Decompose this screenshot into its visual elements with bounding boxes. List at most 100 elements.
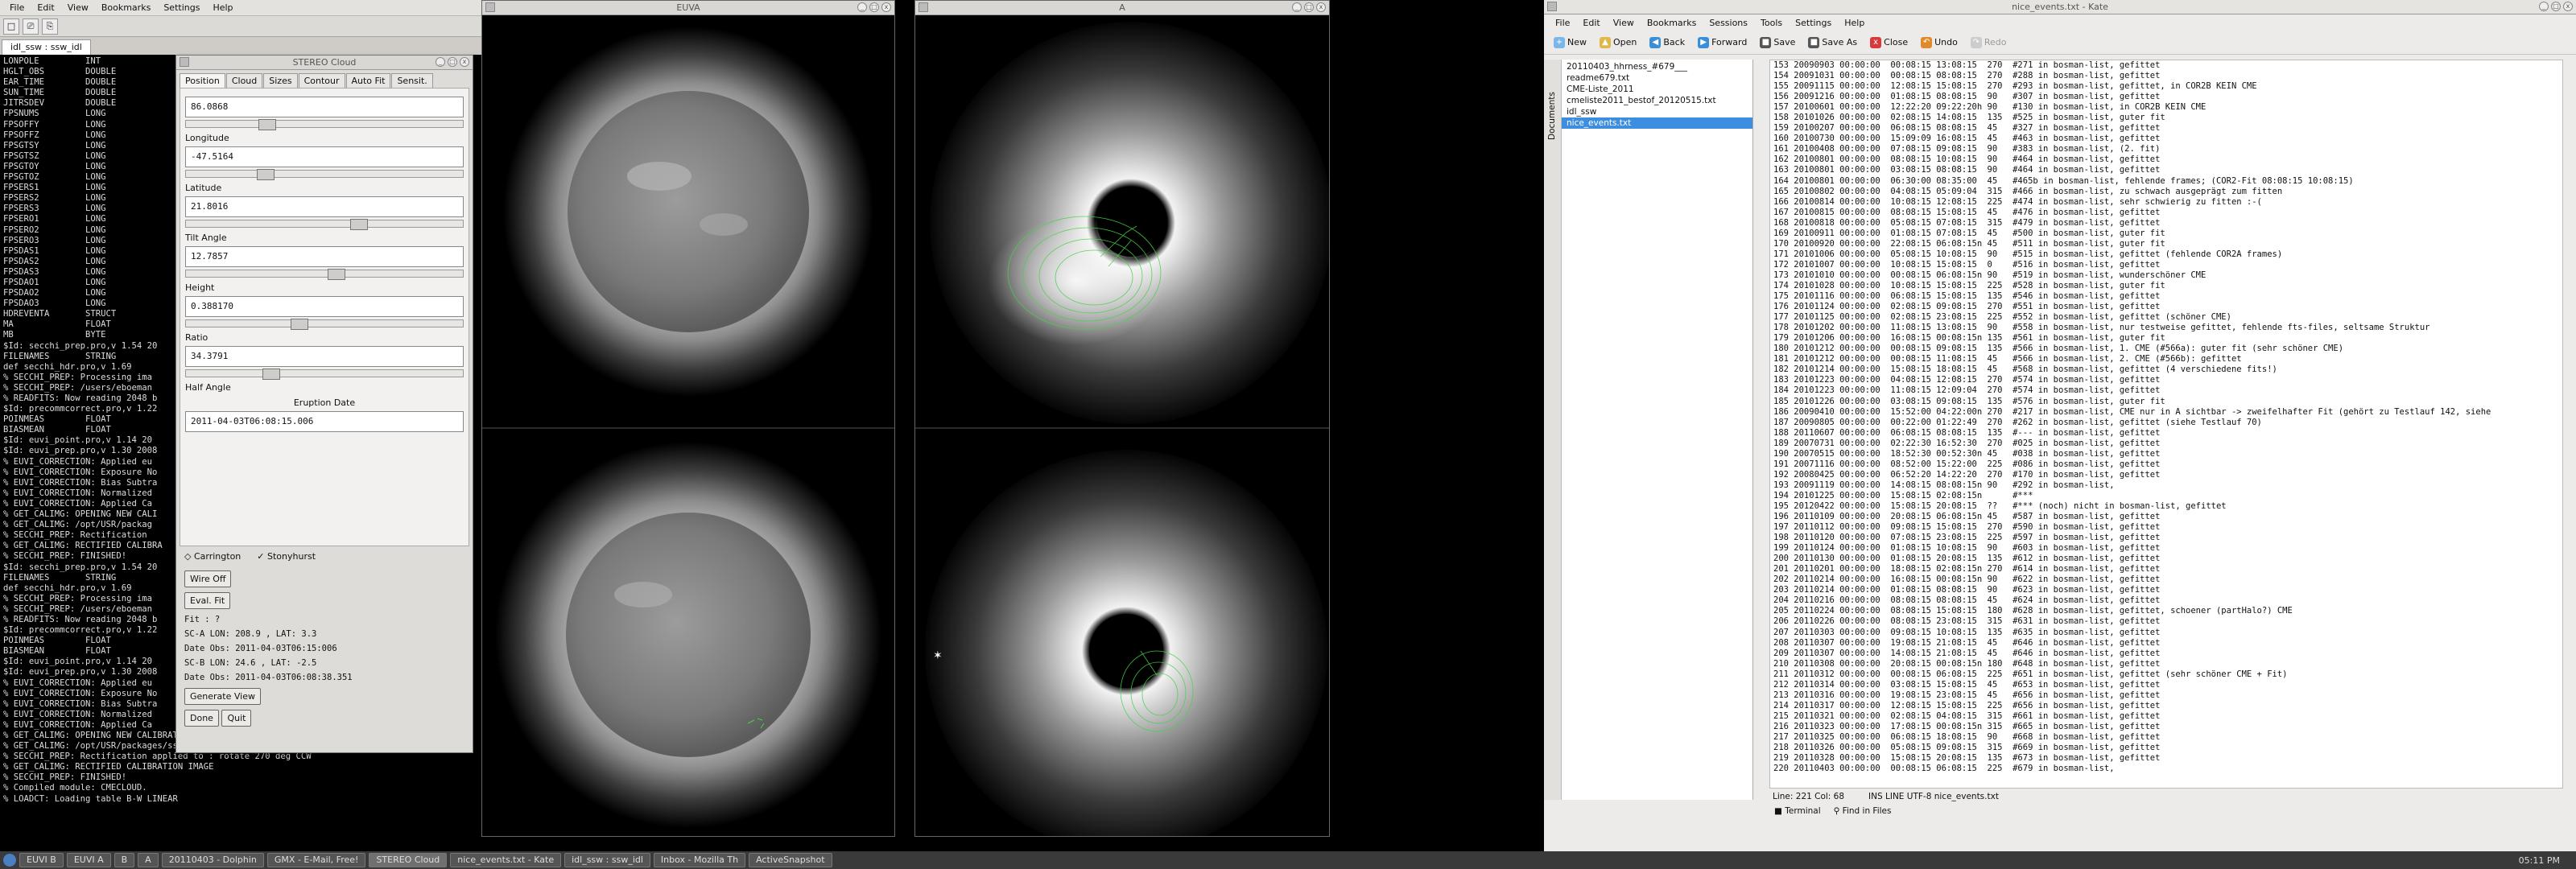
first-value-field[interactable]: 86.0868	[185, 97, 464, 117]
latitude-field[interactable]: 21.8016	[185, 196, 464, 217]
back-button[interactable]: ◀ Back	[1645, 35, 1690, 50]
tilt-angle-slider[interactable]	[185, 269, 464, 280]
quit-button[interactable]: Quit	[221, 710, 252, 727]
window-menu-icon[interactable]	[919, 2, 928, 12]
maximize-icon[interactable]: □	[448, 57, 457, 67]
close-icon[interactable]: x	[1316, 2, 1326, 12]
text-editor[interactable]: 153 20090903 00:00:00 00:08:15 13:08:15 …	[1769, 60, 2563, 789]
wire-off-button[interactable]: Wire Off	[184, 570, 232, 587]
tab-sizes[interactable]: Sizes	[263, 73, 298, 88]
eruption-date-field[interactable]: 2011-04-03T06:08:15.006	[185, 411, 464, 432]
open-button[interactable]: ▲ Open	[1595, 35, 1641, 50]
window-menu-icon[interactable]	[1547, 2, 1557, 11]
menu-item-view[interactable]: View	[1607, 18, 1641, 28]
close-document-button[interactable]: x Close	[1865, 35, 1913, 50]
tilt-angle-field[interactable]: 12.7857	[185, 246, 464, 267]
slider-handle[interactable]	[291, 319, 308, 330]
document-list-item[interactable]: 20110403_hhrness_#679___	[1562, 61, 1752, 72]
tab-sensit[interactable]: Sensit.	[391, 73, 433, 88]
menu-item-bookmarks[interactable]: Bookmarks	[95, 2, 157, 13]
taskbar-task[interactable]: nice_events.txt - Kate	[450, 853, 562, 867]
maximize-icon[interactable]: □	[869, 2, 879, 12]
kate-side-tab[interactable]: Documents	[1544, 60, 1562, 800]
slider-handle[interactable]	[257, 169, 275, 180]
menu-item-sessions[interactable]: Sessions	[1703, 18, 1754, 28]
slider-handle[interactable]	[350, 219, 368, 230]
longitude-field[interactable]: -47.5164	[185, 146, 464, 167]
slider-handle[interactable]	[262, 369, 280, 380]
document-list-item[interactable]: CME-Liste_2011	[1562, 84, 1752, 95]
eval-fit-button[interactable]: Eval. Fit	[184, 592, 231, 609]
menu-item-edit[interactable]: Edit	[1576, 18, 1606, 28]
minimize-icon[interactable]: _	[1292, 2, 1302, 12]
menu-item-view[interactable]: View	[61, 2, 95, 13]
undo-button[interactable]: ↶ Undo	[1916, 35, 1963, 50]
redo-button[interactable]: ↷ Redo	[1966, 35, 2012, 50]
taskbar-task[interactable]: idl_ssw : ssw_idl	[564, 853, 650, 867]
slider-handle[interactable]	[258, 119, 276, 130]
tab-position[interactable]: Position	[180, 73, 225, 88]
menu-item-tools[interactable]: Tools	[1754, 18, 1789, 28]
forward-button[interactable]: ▶ Forward	[1693, 35, 1752, 50]
document-list-item[interactable]: cmeliste2011_bestof_20120515.txt	[1562, 95, 1752, 106]
menu-item-help[interactable]: Help	[206, 2, 239, 13]
menu-item-bookmarks[interactable]: Bookmarks	[1641, 18, 1703, 28]
taskbar-task[interactable]: ActiveSnapshot	[749, 853, 832, 867]
sc-a-position: SC-A LON: 208.9 , LAT: 3.3	[184, 629, 317, 639]
document-list-item[interactable]: readme679.txt	[1562, 72, 1752, 84]
save-button[interactable]: ■ Save	[1755, 35, 1800, 50]
document-list-item[interactable]: nice_events.txt	[1562, 117, 1752, 129]
new-tab-icon[interactable]: □	[3, 18, 19, 35]
taskbar-task[interactable]: EUVI A	[66, 853, 111, 867]
close-icon[interactable]: x	[460, 57, 469, 67]
editor-line: 193 20091119 00:00:00 14:08:15 08:08:15n…	[1773, 480, 2115, 490]
save-as-button[interactable]: ■ Save As	[1803, 35, 1862, 50]
taskbar-task[interactable]: EUVI B	[19, 853, 64, 867]
tab-auto-fit[interactable]: Auto Fit	[345, 73, 391, 88]
terminal-tab[interactable]: ■ Terminal	[1774, 806, 1821, 821]
first-value-slider[interactable]	[185, 119, 464, 130]
copy-icon[interactable]: ⎚	[23, 18, 39, 35]
taskbar-task[interactable]: 20110403 - Dolphin	[161, 853, 264, 867]
paste-icon[interactable]: ⎘	[42, 18, 58, 35]
window-menu-icon[interactable]	[180, 57, 189, 67]
window-menu-icon[interactable]	[485, 2, 495, 12]
minimize-icon[interactable]: _	[2539, 2, 2549, 11]
generate-view-button[interactable]: Generate View	[184, 688, 261, 705]
menu-item-file[interactable]: File	[1549, 18, 1576, 28]
carrington-radio[interactable]: ◇ Carrington	[184, 551, 241, 562]
taskbar-task[interactable]: GMX - E-Mail, Free!	[266, 853, 366, 867]
taskbar-task[interactable]: A	[138, 853, 159, 867]
close-icon[interactable]: x	[2563, 2, 2573, 11]
menu-item-settings[interactable]: Settings	[1789, 18, 1838, 28]
app-launcher-icon[interactable]	[3, 854, 16, 867]
menu-item-edit[interactable]: Edit	[31, 2, 60, 13]
menu-item-file[interactable]: File	[3, 2, 31, 13]
minimize-icon[interactable]: _	[436, 57, 445, 67]
ratio-field[interactable]: 34.3791	[185, 346, 464, 367]
ratio-slider[interactable]	[185, 369, 464, 380]
height-field[interactable]: 0.388170	[185, 296, 464, 317]
taskbar-task[interactable]: B	[114, 853, 135, 867]
taskbar-task[interactable]: STEREO Cloud	[369, 853, 448, 867]
minimize-icon[interactable]: _	[857, 2, 867, 12]
tab-contour[interactable]: Contour	[298, 73, 345, 88]
close-icon[interactable]: x	[881, 2, 891, 12]
menu-item-help[interactable]: Help	[1838, 18, 1871, 28]
height-slider[interactable]	[185, 319, 464, 330]
tab-idl-ssw[interactable]: idl_ssw : ssw_idl	[2, 39, 91, 55]
longitude-slider[interactable]	[185, 169, 464, 180]
stonyhurst-radio[interactable]: ✓ Stonyhurst	[257, 551, 316, 562]
document-list-item[interactable]: idl_ssw	[1562, 106, 1752, 117]
tab-cloud[interactable]: Cloud	[225, 73, 263, 88]
taskbar-task[interactable]: Inbox - Mozilla Th	[653, 853, 746, 867]
new-button[interactable]: + New	[1549, 35, 1591, 50]
documents-side-tab[interactable]: Documents	[1547, 92, 1557, 140]
menu-item-settings[interactable]: Settings	[157, 2, 206, 13]
find-in-files-tab[interactable]: ⚲ Find in Files	[1834, 806, 1892, 821]
latitude-slider[interactable]	[185, 219, 464, 230]
slider-handle[interactable]	[328, 269, 345, 280]
maximize-icon[interactable]: □	[1304, 2, 1314, 12]
maximize-icon[interactable]: □	[2551, 2, 2561, 11]
done-button[interactable]: Done	[184, 710, 219, 727]
